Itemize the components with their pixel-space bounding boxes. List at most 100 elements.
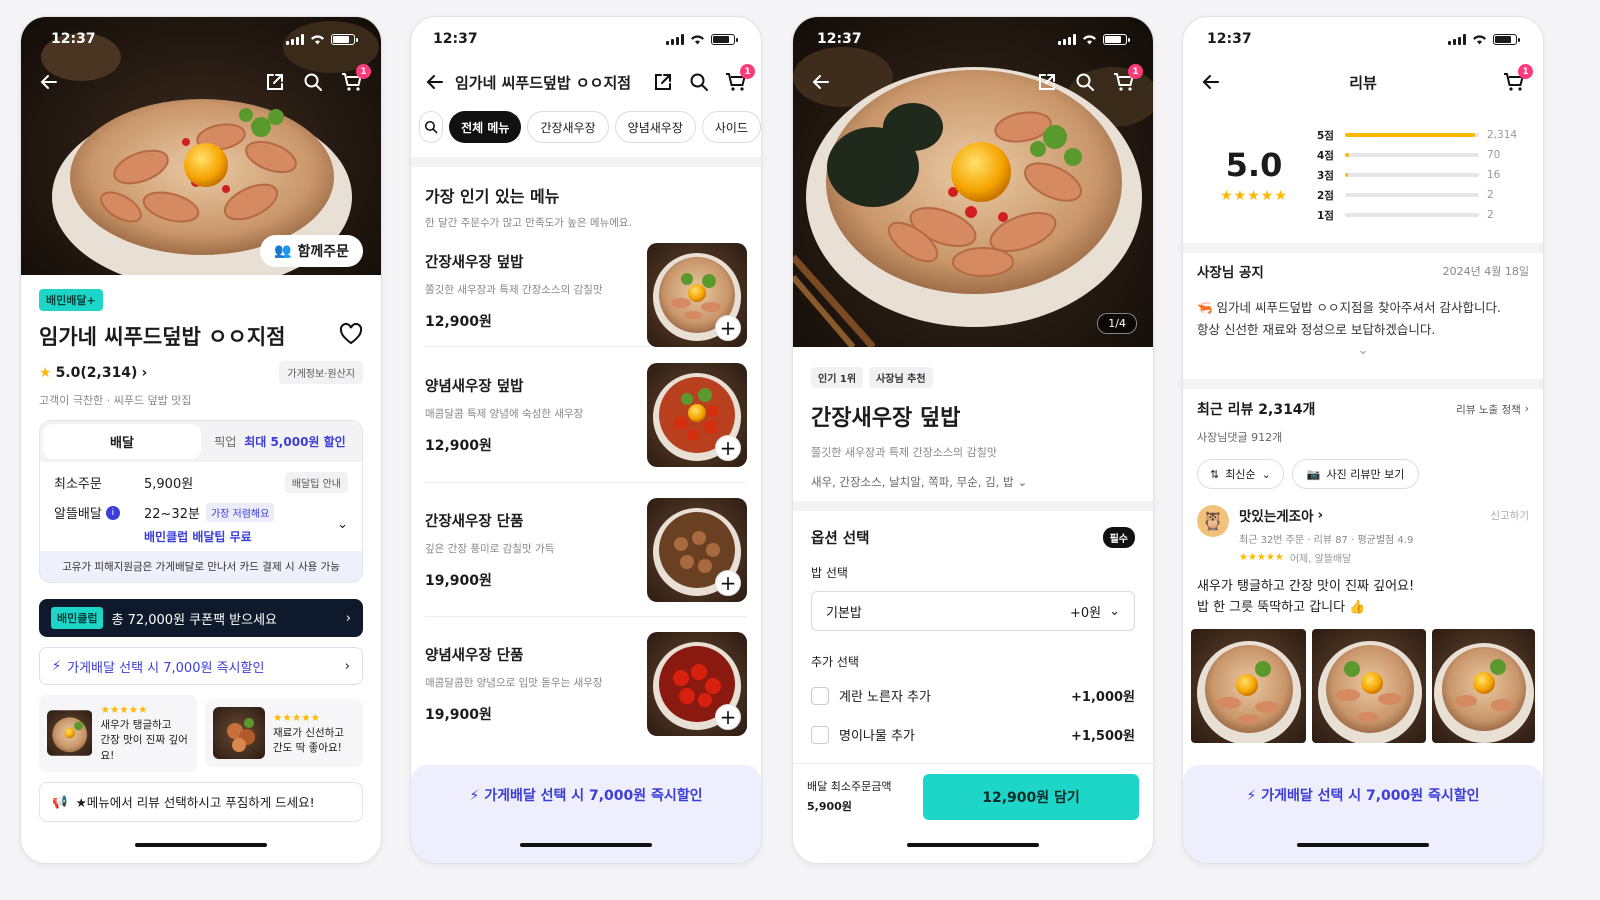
item-name: 간장새우장 덮밥	[811, 406, 961, 431]
review-stars: ★★★★★	[100, 704, 148, 716]
review-stars: ★★★★★	[1239, 552, 1284, 563]
extra-name: 계란 노른자 추가	[839, 690, 931, 705]
rating-distribution: 5점 2,314 4점 70 3점 16 2점 2 1점 2	[1309, 125, 1527, 225]
add-to-cart-button[interactable]: +	[715, 434, 741, 461]
review-card[interactable]: ★★★★★ 재료가 신선하고 간도 딱 좋아요!	[205, 699, 363, 768]
rating-row: 5점 2,314	[1317, 125, 1527, 145]
reviewer-meta: 최근 32번 주문 · 리뷰 87 · 평균별점 4.9	[1239, 535, 1414, 546]
menu-item[interactable]: 양념새우장 덮밥 매콤달콤 특제 양념에 숙성한 새우장 12,900원 +	[425, 347, 747, 483]
rice-select-price: +0원	[1069, 605, 1102, 621]
checkbox[interactable]	[811, 686, 829, 705]
search-icon[interactable]	[1075, 72, 1095, 92]
rice-select-dropdown[interactable]: 기본밥 +0원 ⌄	[811, 591, 1135, 631]
rice-select-label: 밥 선택	[811, 566, 848, 580]
section-divider	[1183, 379, 1543, 389]
cart-button[interactable]: 1	[725, 64, 755, 92]
back-arrow-icon[interactable]	[425, 72, 445, 92]
min-order-label: 배달 최소주문금액	[807, 780, 892, 794]
menu-item[interactable]: 간장새우장 덮밥 쫄깃한 새우장과 특제 간장소스의 감칠맛 12,900원 +	[425, 243, 747, 347]
review-photo[interactable]	[1311, 629, 1427, 743]
signal-icon	[286, 33, 304, 45]
add-to-cart-button[interactable]: +	[715, 569, 741, 596]
add-to-cart-button[interactable]: +	[715, 704, 741, 730]
tab-spicy-shrimp[interactable]: 양념새우장	[614, 111, 696, 143]
cart-button[interactable]: 1	[1503, 64, 1533, 92]
rating-bar-track	[1345, 173, 1479, 177]
review-event-notice[interactable]: 📢 ★메뉴에서 리뷰 선택하시고 푸짐하게 드세요!	[39, 781, 363, 822]
search-icon[interactable]	[689, 72, 709, 92]
tab-delivery[interactable]: 배달	[43, 424, 201, 459]
review-line: 간도 딱 좋아요!	[273, 742, 342, 755]
store-tagline: 고객이 극찬한 · 씨푸드 덮밥 맛집	[39, 394, 192, 407]
delivery-tip-guide-button[interactable]: 배달팁 안내	[284, 472, 348, 493]
review-policy-link[interactable]: 리뷰 노출 정책 ›	[1456, 402, 1529, 417]
coupon-banner[interactable]: 배민클럽 총 72,000원 쿠폰팩 받으세요 ›	[39, 599, 363, 637]
cart-button[interactable]: 1	[1113, 64, 1143, 92]
ingredients-toggle[interactable]: 새우, 간장소스, 날치알, 쪽파, 무순, 김, 밥 ⌄	[811, 474, 1135, 490]
wifi-icon	[1473, 34, 1486, 44]
sort-label: 최신순	[1225, 468, 1256, 481]
store-delivery-discount-banner[interactable]: ⚡ 가게배달 선택 시 7,000원 즉시할인	[411, 765, 761, 863]
menu-item[interactable]: 양념새우장 단품 매콤달콤한 양념으로 입맛 돋우는 새우장 19,900원 +	[425, 617, 747, 751]
store-delivery-discount-banner[interactable]: ⚡ 가게배달 선택 시 7,000원 즉시할인	[1183, 765, 1543, 863]
rating-label: 2점	[1317, 189, 1334, 202]
reviewer-link[interactable]: 맛있는게조아 ›	[1239, 505, 1323, 525]
menu-category-tabs: 전체 메뉴 간장새우장 양념새우장 사이드	[419, 111, 761, 143]
review-date: 어제, 알뜰배달	[1289, 554, 1352, 565]
home-indicator	[520, 843, 652, 847]
review-food-image	[213, 707, 265, 760]
popular-chip: 인기 1위	[811, 367, 864, 388]
tab-soy-shrimp[interactable]: 간장새우장	[527, 111, 609, 143]
add-to-cart-button[interactable]: +	[715, 315, 741, 341]
share-icon[interactable]	[1037, 72, 1057, 92]
tab-delivery-label: 배달	[110, 436, 134, 451]
review-card[interactable]: ★★★★★ 새우가 탱글하고 간장 맛이 진짜 깊어요!	[39, 695, 197, 772]
share-icon[interactable]	[653, 72, 673, 92]
status-time: 12:37	[1207, 31, 1252, 47]
back-arrow-icon[interactable]	[811, 72, 831, 92]
menu-list-screen: 12:37 임가네 씨푸드덮밥 ㅇㅇ지점 1 전체 메뉴 간장새우장 양념새우장…	[410, 16, 762, 864]
chevron-down-icon[interactable]: ⌄	[337, 517, 348, 532]
menu-item[interactable]: 간장새우장 단품 깊은 간장 풍미로 감칠맛 가득 19,900원 +	[425, 483, 747, 617]
search-icon[interactable]	[303, 72, 323, 92]
review-text: 새우가 탱글하고 간장 맛이 진짜 깊어요!	[1197, 579, 1415, 594]
photo-filter-label: 사진 리뷰만 보기	[1326, 468, 1405, 481]
chevron-down-icon: ⌄	[1261, 467, 1271, 481]
rating-link[interactable]: ★ 5.0(2,314) ›	[39, 365, 147, 381]
discount-text: 가게배달 선택 시 7,000원 즉시할인	[1261, 788, 1480, 804]
status-bar: 12:37	[411, 17, 761, 61]
report-button[interactable]: 신고하기	[1490, 508, 1529, 523]
rating-row: 2점 2	[1317, 185, 1527, 205]
back-arrow-icon[interactable]	[1201, 72, 1221, 92]
delivery-card: 배달 픽업 최대 5,000원 할인 최소주문 5,900원 배달팁 안내 알뜰…	[39, 420, 363, 583]
lightning-icon: ⚡	[1246, 788, 1262, 804]
store-delivery-discount-banner[interactable]: ⚡ 가게배달 선택 시 7,000원 즉시할인 ›	[39, 647, 363, 685]
review-food-image	[47, 710, 93, 757]
extra-option-myeongi[interactable]: 명이나물 추가 +1,500원	[811, 725, 1135, 744]
notice-strip: 고유가 피해지원금은 가게배달로 만나서 카드 결제 시 사용 가능	[40, 551, 362, 582]
photo-review-filter[interactable]: 📷 사진 리뷰만 보기	[1291, 459, 1420, 489]
add-to-cart-button[interactable]: 12,900원 담기	[923, 774, 1139, 820]
rating-summary: 5.0 ★★★★★ 5점 2,314 4점 70 3점 16 2점 2 1점 2	[1199, 125, 1527, 225]
review-photo[interactable]	[1432, 629, 1536, 743]
battery-icon	[711, 33, 738, 45]
menu-search-button[interactable]	[419, 111, 444, 143]
group-order-button[interactable]: 👥 함께주문	[260, 235, 363, 267]
share-icon[interactable]	[265, 72, 285, 92]
extra-option-egg[interactable]: 계란 노른자 추가 +1,000원	[811, 686, 1135, 705]
favorite-heart-icon[interactable]	[339, 322, 363, 349]
info-icon[interactable]: i	[105, 505, 120, 520]
store-info-button[interactable]: 가게정보·원산지	[279, 361, 363, 384]
chevron-right-icon: ›	[1524, 403, 1529, 415]
sort-dropdown[interactable]: ⇅ 최신순 ⌄	[1197, 459, 1284, 489]
review-photo[interactable]	[1191, 629, 1306, 743]
recent-reviews-title: 최근 리뷰 2,314개	[1197, 402, 1316, 418]
checkbox[interactable]	[811, 725, 829, 744]
tab-pickup[interactable]: 픽업 최대 5,000원 할인	[201, 425, 359, 458]
signal-icon	[1058, 33, 1076, 45]
expand-chevron-icon[interactable]: ⌄	[1197, 343, 1529, 358]
tab-all-menu[interactable]: 전체 메뉴	[449, 111, 522, 143]
cart-button[interactable]: 1	[341, 64, 371, 92]
back-arrow-icon[interactable]	[39, 72, 59, 92]
tab-side[interactable]: 사이드	[701, 111, 761, 143]
